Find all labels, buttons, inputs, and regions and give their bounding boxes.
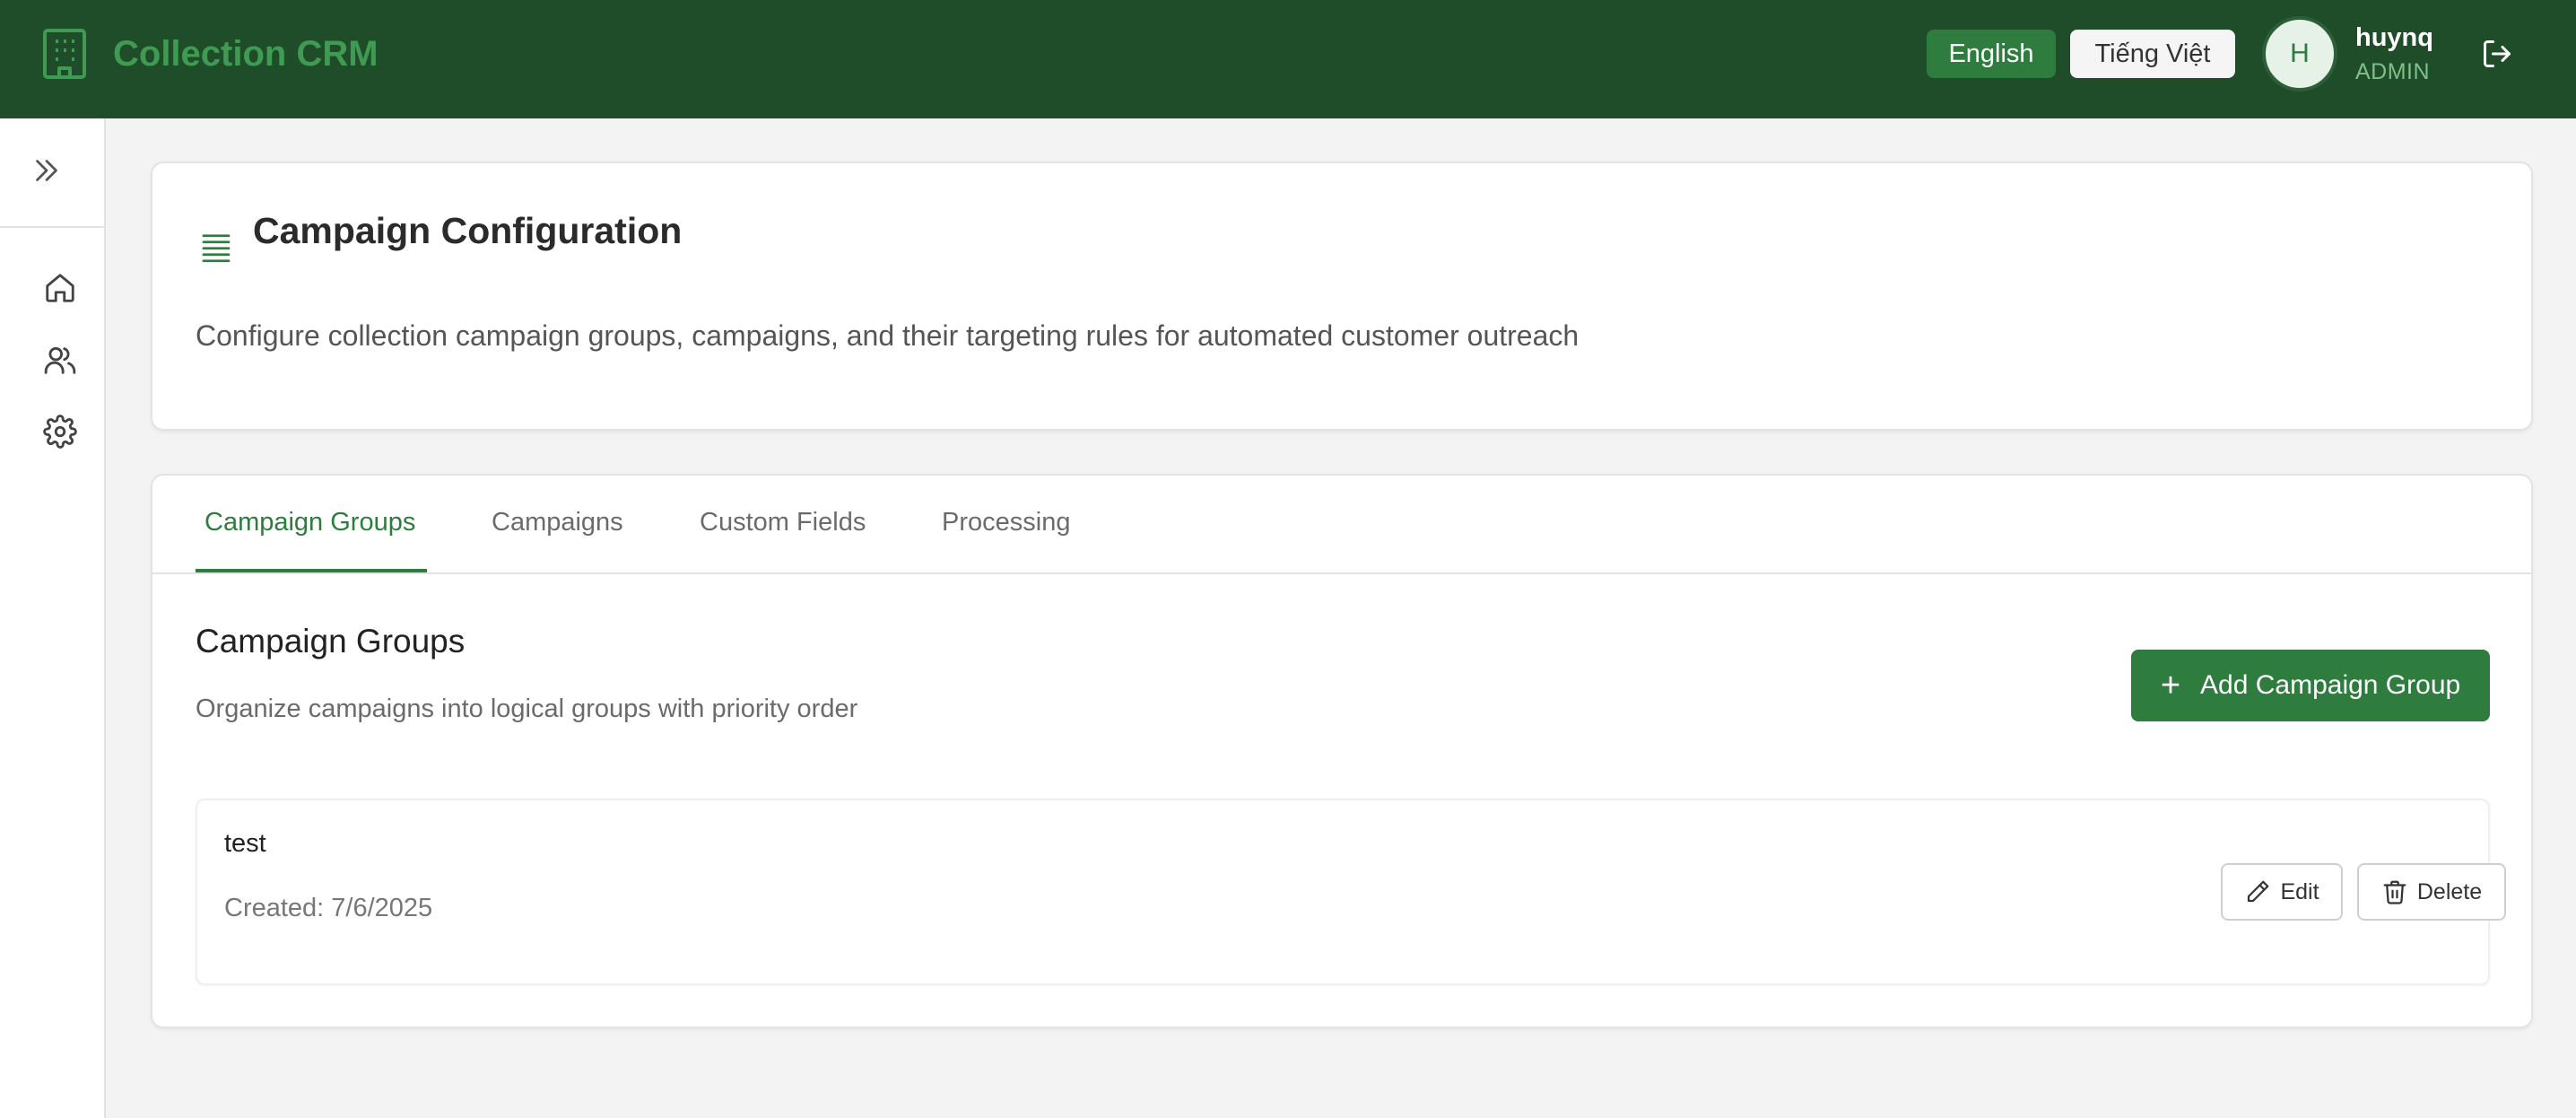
page-title: Campaign Configuration: [253, 210, 683, 251]
trash-icon: [2383, 880, 2406, 904]
brand[interactable]: Collection CRM: [39, 27, 379, 81]
pencil-icon: [2248, 880, 2269, 903]
gear-icon[interactable]: [43, 415, 77, 449]
users-icon[interactable]: [43, 343, 77, 377]
list-stack-icon: [202, 234, 231, 263]
building-icon: [43, 29, 86, 79]
user-role: ADMIN: [2355, 59, 2431, 84]
edit-button[interactable]: Edit: [2221, 863, 2343, 921]
section-title: Campaign Groups: [196, 623, 466, 659]
user-name: huynq: [2355, 23, 2433, 52]
app-title: Collection CRM: [113, 33, 379, 74]
campaign-groups-card: Campaign Groups Campaigns Custom Fields …: [151, 474, 2533, 1028]
logout-icon[interactable]: [2481, 38, 2513, 70]
sidebar-divider: [0, 226, 104, 228]
tab-processing[interactable]: Processing: [942, 508, 1070, 537]
language-vietnamese-button[interactable]: Tiếng Việt: [2070, 30, 2235, 78]
tab-campaign-groups[interactable]: Campaign Groups: [205, 508, 415, 537]
chevrons-right-icon[interactable]: [30, 154, 63, 187]
group-created-date: Created: 7/6/2025: [224, 894, 433, 922]
language-english-button[interactable]: English: [1927, 30, 2056, 78]
add-campaign-group-label: Add Campaign Group: [2200, 670, 2461, 700]
list-item: test Created: 7/6/2025 Edit Delete: [196, 799, 2506, 985]
sidebar: [0, 118, 106, 1118]
tab-bar: Campaign Groups Campaigns Custom Fields …: [152, 476, 2531, 574]
section-description: Organize campaigns into logical groups w…: [196, 694, 858, 723]
delete-label: Delete: [2416, 878, 2483, 904]
add-campaign-group-button[interactable]: + Add Campaign Group: [2131, 650, 2490, 721]
plus-icon: +: [2160, 667, 2181, 704]
page-description: Configure collection campaign groups, ca…: [196, 319, 1580, 352]
avatar[interactable]: H: [2262, 16, 2337, 92]
delete-button[interactable]: Delete: [2357, 863, 2506, 921]
tab-campaigns[interactable]: Campaigns: [492, 508, 623, 537]
group-name: test: [224, 829, 266, 858]
top-header: Collection CRM English Tiếng Việt H huyn…: [0, 0, 2576, 118]
tab-custom-fields[interactable]: Custom Fields: [700, 508, 866, 537]
active-tab-indicator: [196, 569, 427, 572]
home-icon[interactable]: [43, 271, 77, 305]
edit-label: Edit: [2280, 878, 2319, 904]
config-header-card: Campaign Configuration Configure collect…: [151, 162, 2533, 431]
